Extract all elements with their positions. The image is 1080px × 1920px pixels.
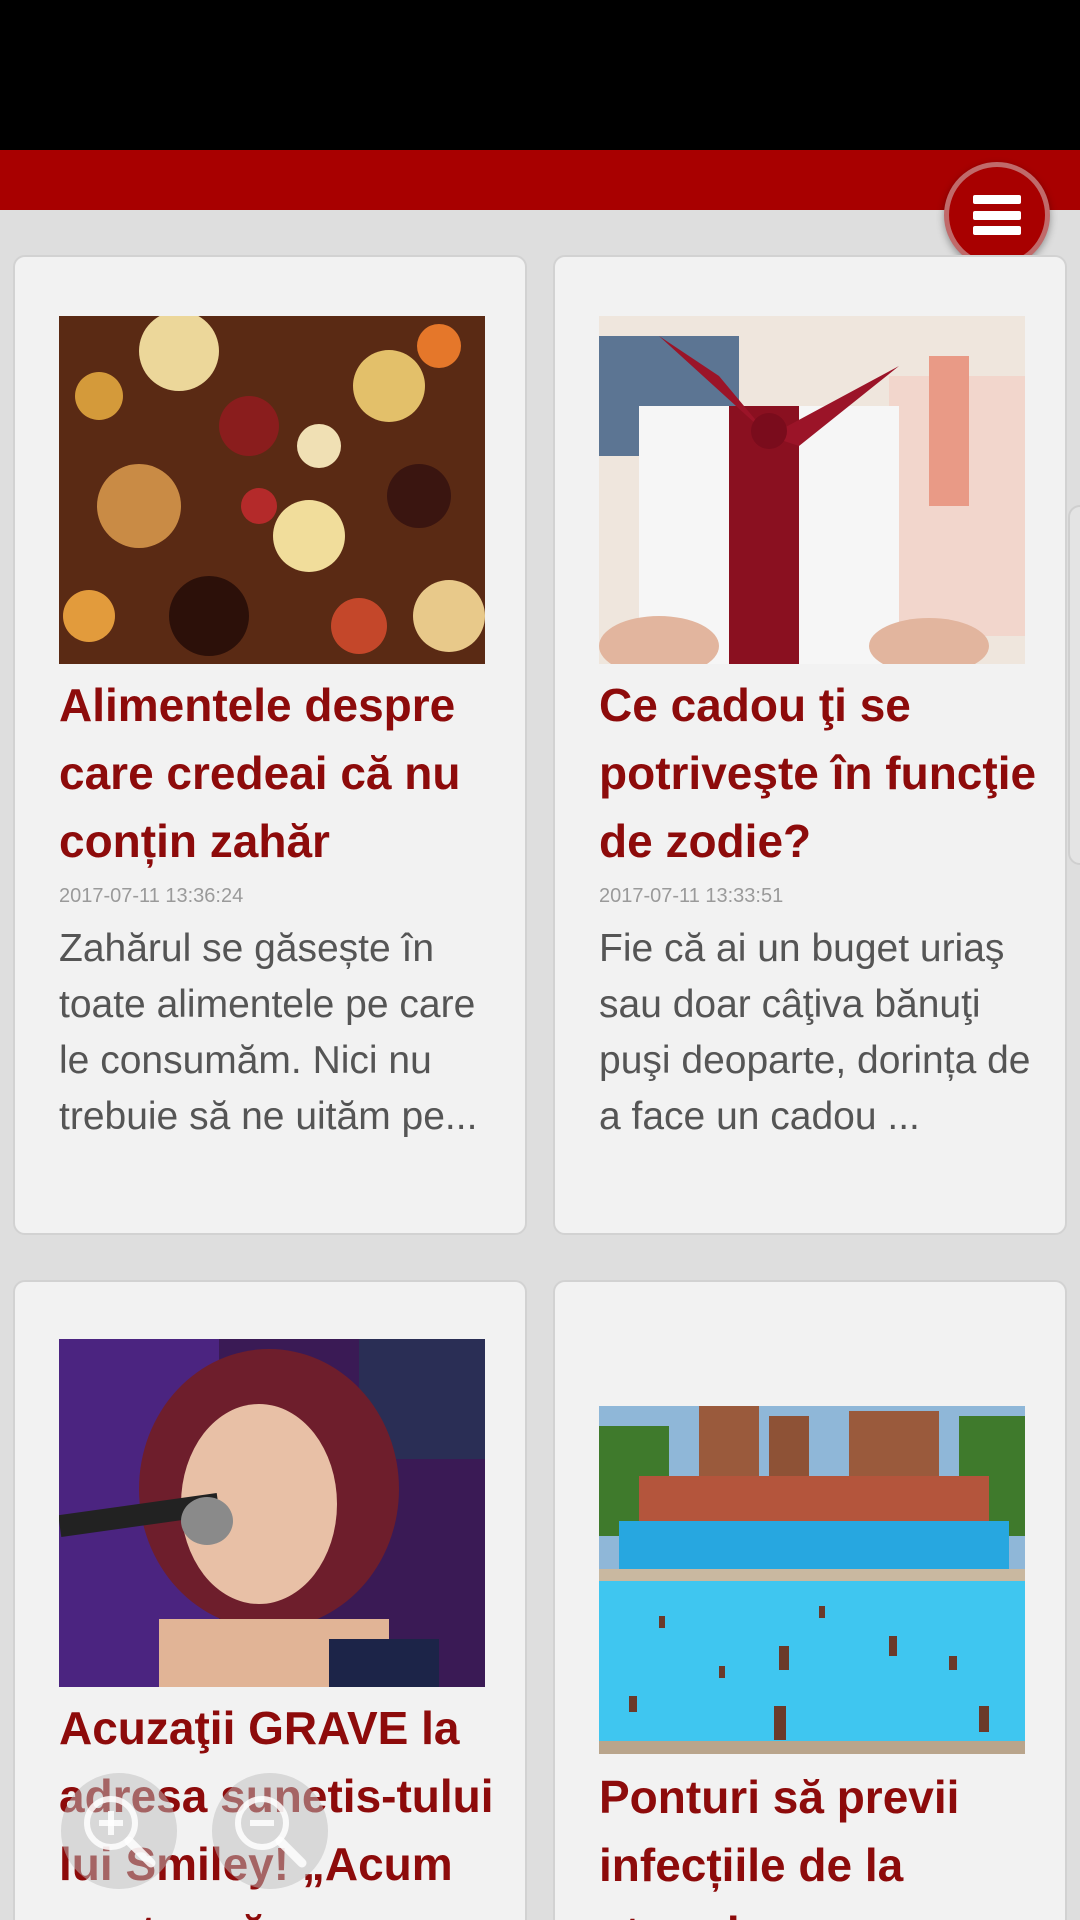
zoom-out-button[interactable] [212,1773,328,1889]
article-card[interactable]: Ce cadou ţi se potriveşte în funcţie de … [553,255,1067,1235]
article-excerpt: Zahărul se găsește în toate alimentele p… [59,927,478,1138]
status-bar [0,0,1080,150]
zoom-in-icon [84,1796,156,1868]
article-card[interactable]: Alimentele despre care credeai că nu con… [13,255,527,1235]
article-date: 2017-07-11 13:36:24 [59,885,244,907]
article-title[interactable]: Alimentele despre care credeai că nu con… [59,671,499,875]
zoom-in-button[interactable] [61,1773,177,1889]
menu-button[interactable] [944,162,1050,268]
article-image[interactable] [59,1339,485,1687]
zoom-out-icon [235,1796,307,1868]
article-image[interactable] [59,316,485,664]
article-date: 2017-07-11 13:33:51 [599,885,784,907]
article-image[interactable] [599,316,1025,664]
header-bar [0,150,1080,210]
hamburger-menu-icon [973,195,1021,235]
article-title[interactable]: Ce cadou ţi se potriveşte în funcţie de … [599,671,1039,875]
article-card[interactable]: Ponturi să previi infecțiile de la ștran… [553,1280,1067,1920]
article-title[interactable]: Ponturi să previi infecțiile de la ștran… [599,1763,1039,1920]
article-excerpt: Fie că ai un buget uriaş sau doar câţiva… [599,927,1031,1138]
article-image[interactable] [599,1406,1025,1754]
side-drawer-handle[interactable] [1068,505,1080,865]
